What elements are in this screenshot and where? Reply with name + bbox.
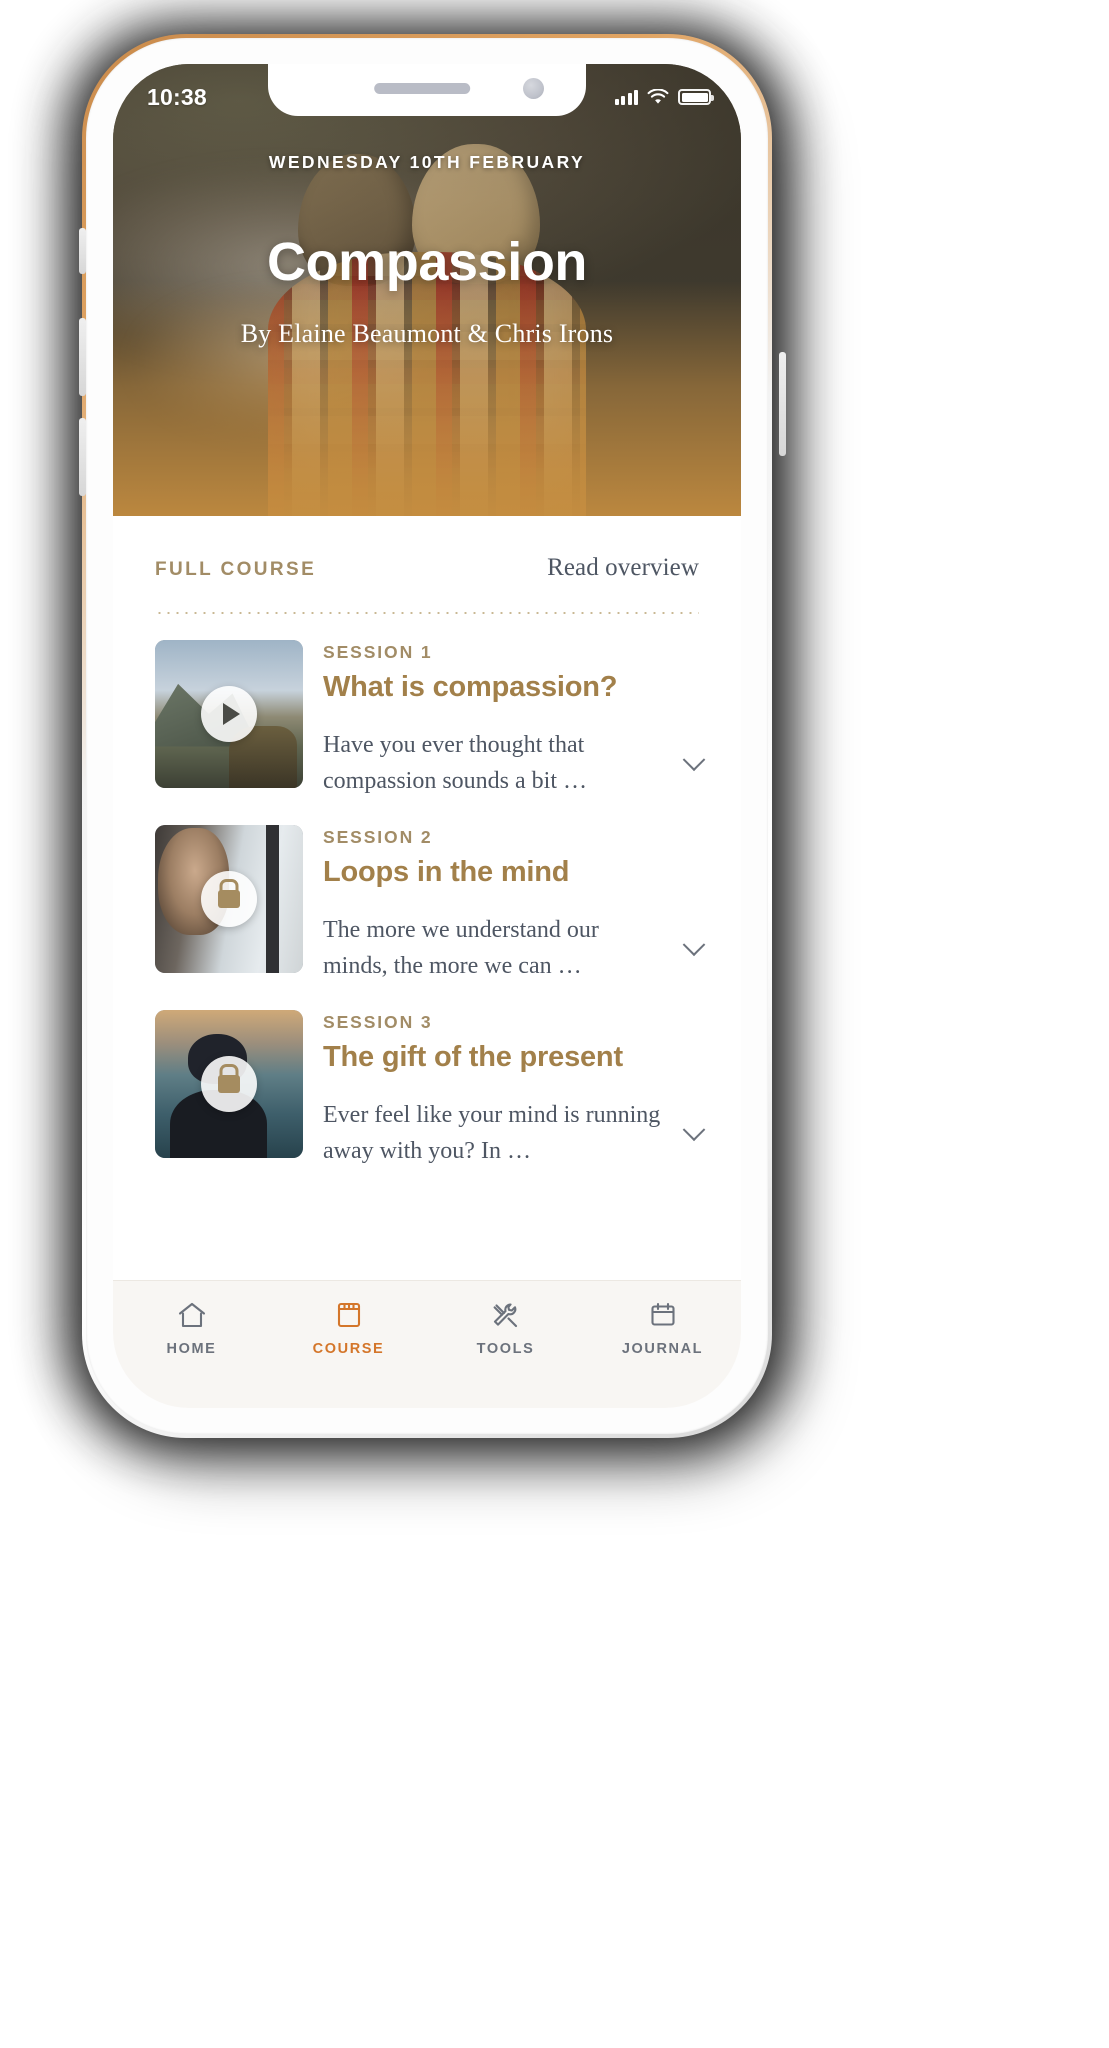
hero-byline: By Elaine Beaumont & Chris Irons [240, 319, 614, 348]
session-kicker: SESSION 2 [323, 827, 433, 848]
session-description: Ever feel like your mind is running away… [323, 1102, 661, 1164]
tab-label-tools: TOOLS [476, 1341, 535, 1357]
section-label-full-course: FULL COURSE [155, 559, 317, 580]
hero-text-block: WEDNESDAY 10TH FEBRUARY Compassion By El… [113, 64, 741, 516]
session-thumbnail[interactable] [155, 825, 303, 974]
silent-switch[interactable] [79, 228, 86, 274]
course-section-header: FULL COURSE Read overview [113, 516, 741, 582]
book-icon [335, 1301, 363, 1329]
tab-home[interactable]: HOME [113, 1301, 270, 1357]
page-title: Compassion [266, 232, 588, 292]
lock-icon[interactable] [201, 871, 257, 928]
tab-tools[interactable]: TOOLS [427, 1301, 584, 1357]
session-body: SESSION 3 The gift of the present Ever f… [323, 1010, 713, 1169]
hero-date: WEDNESDAY 10TH FEBRUARY [268, 152, 586, 172]
session-body: SESSION 1 What is compassion? Have you e… [323, 640, 713, 799]
tab-course[interactable]: COURSE [270, 1301, 427, 1357]
session-kicker: SESSION 3 [323, 1012, 433, 1033]
screenshot-canvas: WEDNESDAY 10TH FEBRUARY Compassion By El… [0, 0, 1109, 2048]
tools-icon [491, 1301, 521, 1329]
wifi-icon [647, 89, 669, 105]
session-title[interactable]: The gift of the present [323, 1041, 713, 1074]
tab-label-course: COURSE [312, 1341, 385, 1357]
tab-label-journal: JOURNAL [621, 1341, 704, 1357]
volume-up-button[interactable] [79, 318, 86, 396]
play-icon[interactable] [201, 686, 257, 742]
home-icon [177, 1301, 207, 1329]
calendar-icon [649, 1301, 677, 1329]
power-button[interactable] [779, 352, 786, 456]
battery-full-icon [678, 89, 714, 105]
hero-header: WEDNESDAY 10TH FEBRUARY Compassion By El… [113, 64, 741, 516]
phone-screen: WEDNESDAY 10TH FEBRUARY Compassion By El… [113, 64, 741, 1408]
tab-label-home: HOME [166, 1341, 217, 1357]
chevron-down-icon[interactable] [677, 932, 711, 966]
session-thumbnail[interactable] [155, 640, 303, 788]
session-description: The more we understand our minds, the mo… [323, 917, 599, 979]
status-icon-group [614, 89, 714, 105]
list-item[interactable]: SESSION 3 The gift of the present Ever f… [113, 984, 741, 1169]
session-body: SESSION 2 Loops in the mind The more we … [323, 825, 713, 984]
session-title[interactable]: Loops in the mind [323, 856, 713, 889]
device-notch [268, 64, 586, 116]
read-overview-link[interactable]: Read overview [547, 554, 699, 582]
session-desc-row: The more we understand our minds, the mo… [323, 913, 713, 984]
cellular-signal-icon [614, 89, 638, 105]
volume-down-button[interactable] [79, 418, 86, 496]
chevron-down-icon[interactable] [677, 747, 711, 781]
session-desc-row: Ever feel like your mind is running away… [323, 1098, 713, 1169]
front-camera [523, 78, 544, 99]
bottom-tab-bar: HOME COURSE TOOLS JOURNAL [113, 1280, 741, 1408]
status-time: 10:38 [147, 83, 207, 110]
session-title[interactable]: What is compassion? [323, 671, 713, 704]
tab-journal[interactable]: JOURNAL [584, 1301, 741, 1357]
session-thumbnail[interactable] [155, 1010, 303, 1159]
course-content: FULL COURSE Read overview SESSION 1 What… [113, 516, 741, 1408]
session-description: Have you ever thought that compassion so… [323, 732, 587, 794]
earpiece-speaker [374, 83, 471, 94]
list-item[interactable]: SESSION 2 Loops in the mind The more we … [113, 799, 741, 984]
session-desc-row: Have you ever thought that compassion so… [323, 728, 713, 799]
list-item[interactable]: SESSION 1 What is compassion? Have you e… [113, 614, 741, 799]
lock-icon[interactable] [201, 1056, 257, 1113]
chevron-down-icon[interactable] [677, 1117, 711, 1151]
session-kicker: SESSION 1 [323, 642, 433, 662]
